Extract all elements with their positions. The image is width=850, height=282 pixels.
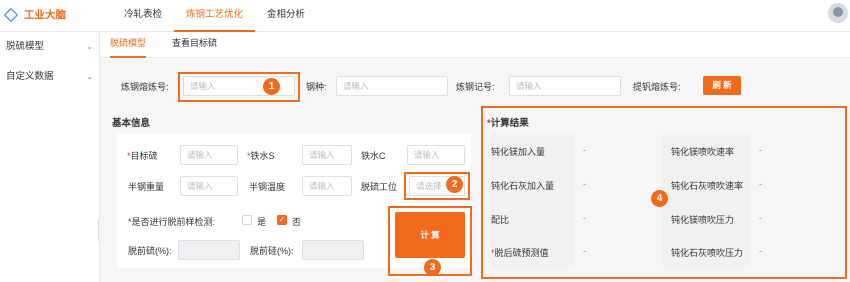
result-lime-rate-label: 钝化石灰喷吹速率 [671, 181, 744, 191]
callout-box-1 [178, 72, 300, 102]
result-lime-amount-value: - [583, 179, 586, 189]
pre-si-label: 脱前硅(%): [250, 246, 294, 256]
pre-s-label: 脱前硫(%): [128, 246, 172, 256]
result-mg-amount-value: - [583, 145, 586, 155]
app-title: 工业大脑 [24, 9, 66, 21]
no-checkbox[interactable]: ✓ [277, 215, 287, 225]
top-nav: 冷轧表检 炼钢工艺优化 金相分析 [112, 0, 317, 32]
fetch-heat-label: 提钒熔炼号: [633, 82, 681, 92]
no-label: 否 [292, 217, 302, 227]
half-steel-temp-label: 半钢温度 [249, 182, 286, 192]
sample-check-label: *是否进行脱前样检测: [128, 217, 216, 227]
topnav-item-steelmaking[interactable]: 炼钢工艺优化 [174, 0, 256, 32]
iron-c-label: 铁水C [361, 151, 386, 161]
half-steel-temp-input[interactable]: 请输入 [302, 176, 352, 196]
logo-icon [3, 7, 19, 22]
result-title: *计算结果 [487, 118, 529, 129]
iron-s-label: *铁水S [247, 151, 275, 161]
tab-desulf-model[interactable]: 脱硫模型 [110, 32, 147, 58]
top-bar: 工业大脑 冷轧表检 炼钢工艺优化 金相分析 [0, 0, 850, 32]
steel-type-input[interactable]: 请输入 [336, 76, 448, 96]
callout-badge-1: 1 [263, 78, 280, 95]
sidebar-item-desulf-model[interactable]: 脱硫模型 ⌄ [0, 32, 99, 62]
result-lime-amount-label: 钝化石灰加入量 [491, 181, 555, 191]
app-logo[interactable]: 工业大脑 [3, 7, 66, 22]
result-mg-amount-label: 钝化镁加入量 [491, 147, 546, 157]
result-post-s-value: - [583, 246, 586, 256]
heat-no-label: 炼钢熔炼号: [121, 82, 169, 92]
sidebar-item-label: 自定义数据 [6, 71, 54, 82]
sidebar-item-custom-data[interactable]: 自定义数据 ⌄ [0, 62, 99, 92]
result-lime-pressure-label: 钝化石灰喷吹压力 [671, 248, 744, 258]
sub-tabs: 脱硫模型 查看目标硫 [100, 32, 850, 58]
result-ratio-value: - [583, 213, 586, 223]
refresh-button[interactable]: 刷 新 [703, 76, 741, 95]
steel-mark-input[interactable]: 请输入 [509, 76, 621, 96]
basic-info-title: 基本信息 [112, 118, 151, 129]
result-mg-pressure-label: 钝化镁喷吹压力 [671, 215, 735, 225]
callout-badge-2: 2 [446, 176, 463, 193]
chevron-down-icon: ⌄ [86, 72, 93, 81]
result-lime-pressure-value: - [759, 246, 762, 256]
steel-type-label: 钢种: [306, 82, 327, 92]
topnav-item-metallography[interactable]: 金相分析 [255, 0, 317, 32]
sidebar-item-label: 脱硫模型 [6, 41, 45, 52]
callout-badge-4: 4 [651, 190, 668, 207]
target-s-input[interactable]: 请输入 [180, 145, 238, 165]
calculate-button[interactable]: 计 算 [395, 212, 465, 258]
sidebar: 脱硫模型 ⌄ 自定义数据 ⌄ [0, 32, 100, 282]
topnav-item-cold-rolling[interactable]: 冷轧表检 [112, 0, 174, 32]
result-mg-rate-value: - [759, 145, 762, 155]
chevron-down-icon: ⌄ [86, 42, 93, 51]
pre-si-input[interactable] [302, 240, 364, 260]
callout-badge-3: 3 [424, 259, 441, 276]
iron-c-input[interactable]: 请输入 [407, 145, 465, 165]
iron-s-input[interactable]: 请输入 [302, 145, 352, 165]
steel-mark-label: 炼钢记号: [456, 82, 495, 92]
avatar[interactable] [828, 3, 848, 23]
result-post-s-label: *脱后硫预测值 [491, 248, 549, 258]
desulf-station-label: 脱硫工位 [361, 182, 398, 192]
target-s-label: *目标硫 [127, 151, 158, 161]
result-mg-rate-label: 钝化镁喷吹速率 [671, 147, 735, 157]
tab-view-target-s[interactable]: 查看目标硫 [172, 32, 217, 58]
result-lime-rate-value: - [759, 179, 762, 189]
yes-checkbox[interactable] [242, 215, 252, 225]
result-mg-pressure-value: - [759, 213, 762, 223]
result-ratio-label: 配比 [491, 215, 510, 225]
yes-label: 是 [257, 217, 267, 227]
pre-s-input[interactable] [178, 240, 240, 260]
half-steel-weight-label: 半钢重量 [128, 182, 165, 192]
half-steel-weight-input[interactable]: 请输入 [180, 176, 238, 196]
